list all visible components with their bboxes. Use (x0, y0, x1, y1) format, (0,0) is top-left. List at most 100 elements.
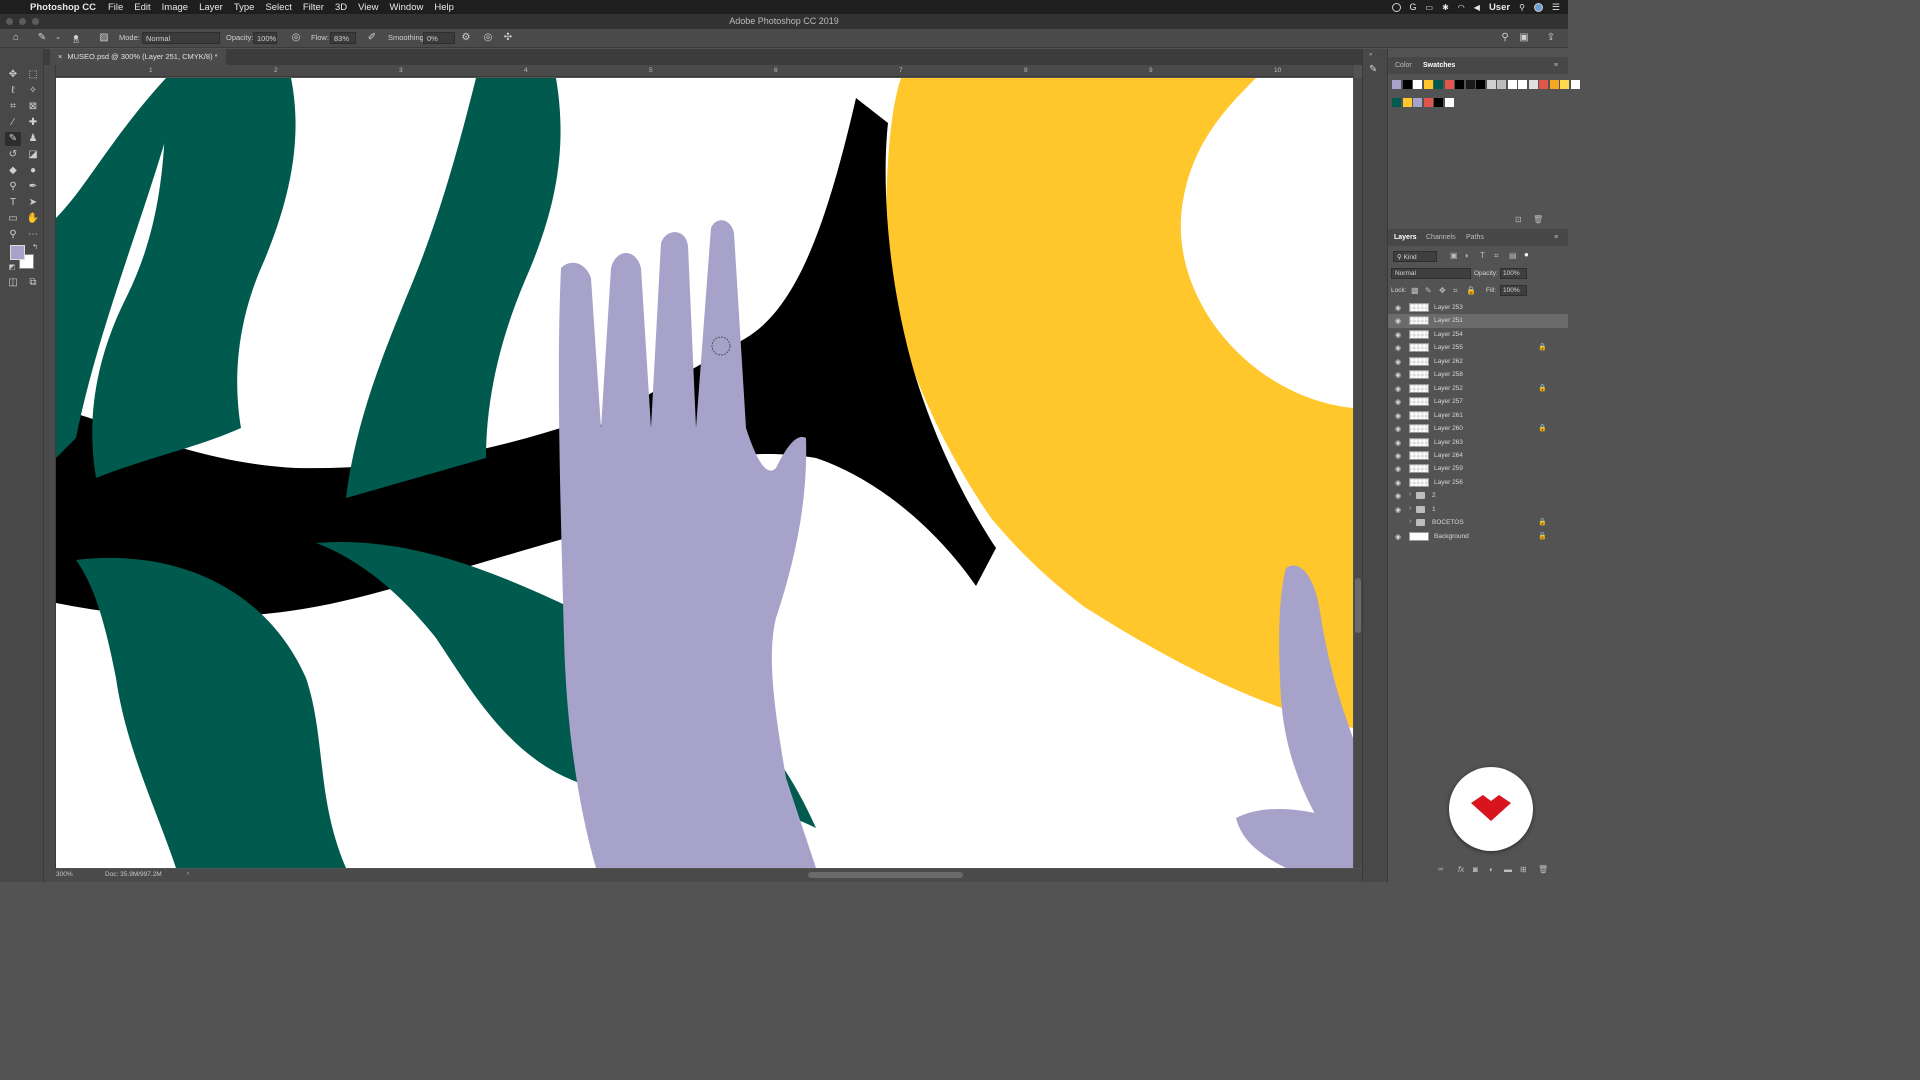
visibility-eye-icon[interactable]: ◉ (1395, 506, 1401, 514)
foreground-color-swatch[interactable] (10, 245, 25, 260)
opacity-input[interactable]: 100% (253, 32, 277, 44)
layer-row[interactable]: ◉ Layer 260 🔒 (1388, 422, 1568, 435)
visibility-eye-icon[interactable]: ◉ (1395, 425, 1401, 433)
color-swatch[interactable] (1402, 98, 1412, 107)
horizontal-ruler[interactable]: 1 2 3 4 5 6 7 8 9 10 (56, 65, 1354, 77)
mode-select[interactable]: Normal (142, 32, 220, 44)
menu-edit[interactable]: Edit (134, 2, 150, 13)
layer-style-fx-icon[interactable]: fx (1458, 865, 1464, 874)
document-tab[interactable]: × MUSEO.psd @ 300% (Layer 251, CMYK/8) * (50, 49, 226, 65)
color-swatch[interactable] (1423, 80, 1433, 89)
menu-select[interactable]: Select (265, 2, 291, 13)
menu-3d[interactable]: 3D (335, 2, 347, 13)
pressure-size-icon[interactable]: ◎ (482, 32, 494, 44)
dropdown-chevron-icon[interactable]: ⌄ (52, 32, 64, 44)
menu-image[interactable]: Image (162, 2, 188, 13)
filter-pixel-icon[interactable]: ▣ (1450, 251, 1458, 260)
marquee-tool-icon[interactable]: ⬚ (25, 68, 41, 82)
layer-row[interactable]: ◉ Layer 253 (1388, 301, 1568, 314)
airbrush-icon[interactable]: ✐ (366, 32, 378, 44)
link-layers-icon[interactable]: ∞ (1438, 866, 1443, 873)
color-swatch[interactable] (1497, 80, 1506, 89)
layer-mask-icon[interactable]: ◙ (1473, 865, 1478, 874)
visibility-eye-icon[interactable]: ◉ (1395, 358, 1401, 366)
wifi-icon[interactable]: ◠ (1458, 3, 1465, 12)
filter-toggle-icon[interactable]: ● (1524, 250, 1529, 259)
visibility-eye-icon[interactable]: ◉ (1395, 492, 1401, 500)
visibility-eye-icon[interactable]: ◉ (1395, 479, 1401, 487)
blend-mode-select[interactable]: Normal (1391, 268, 1471, 279)
filter-type-icon[interactable]: T (1480, 251, 1485, 260)
menu-layer[interactable]: Layer (199, 2, 223, 13)
visibility-eye-icon[interactable]: ◉ (1395, 398, 1401, 406)
volume-icon[interactable]: ◀ (1474, 3, 1480, 12)
color-swatch[interactable] (1486, 80, 1496, 89)
visibility-eye-icon[interactable]: ◉ (1395, 317, 1401, 325)
workspace-icon[interactable]: ▣ (1518, 32, 1530, 44)
visibility-eye-icon[interactable]: ◉ (1395, 371, 1401, 379)
new-group-folder-icon[interactable]: ▬ (1504, 865, 1512, 874)
expand-group-chevron-icon[interactable]: › (1409, 491, 1411, 498)
swap-colors-icon[interactable]: ↰ (27, 241, 43, 255)
layer-row[interactable]: ◉ Layer 256 (1388, 476, 1568, 489)
panel-menu-icon[interactable]: ≡ (1554, 234, 1558, 241)
symmetry-icon[interactable]: ✣ (502, 32, 514, 44)
layer-row[interactable]: ◉ Layer 261 (1388, 409, 1568, 422)
display-icon[interactable]: ▭ (1426, 3, 1434, 12)
more-tools-icon[interactable]: ⋯ (25, 228, 41, 242)
delete-swatch-icon[interactable]: 🗑 (1533, 215, 1543, 224)
vertical-ruler[interactable] (44, 65, 56, 869)
status-menu-chevron-icon[interactable]: › (187, 870, 189, 877)
delete-layer-icon[interactable]: 🗑 (1538, 865, 1548, 874)
panel-menu-icon[interactable]: ≡ (1554, 62, 1558, 69)
lock-position-icon[interactable]: ✥ (1439, 286, 1446, 295)
layer-row[interactable]: ◉ Layer 251 (1388, 314, 1568, 328)
color-swatch[interactable] (1518, 80, 1527, 89)
lock-image-pixels-icon[interactable]: ✎ (1425, 286, 1432, 295)
spotlight-search-icon[interactable]: ⚲ (1519, 3, 1525, 12)
tab-channels[interactable]: Channels (1426, 234, 1456, 241)
paint-bucket-tool-icon[interactable]: ◆ (5, 164, 21, 178)
scrollbar-thumb[interactable] (1355, 578, 1361, 633)
pen-tool-icon[interactable]: ✒ (25, 180, 41, 194)
brush-settings-panel-icon[interactable]: ▨ (98, 32, 110, 44)
path-selection-tool-icon[interactable]: ➤ (25, 196, 41, 210)
layer-row[interactable]: ◉ › 1 (1388, 503, 1568, 516)
tab-paths[interactable]: Paths (1466, 234, 1484, 241)
menu-filter[interactable]: Filter (303, 2, 324, 13)
visibility-eye-icon[interactable]: ◉ (1395, 331, 1401, 339)
menu-help[interactable]: Help (434, 2, 454, 13)
layer-row[interactable]: ◉ Layer 252 🔒 (1388, 382, 1568, 395)
notification-center-icon[interactable]: ☰ (1552, 2, 1560, 13)
layer-row[interactable]: ◉ Layer 263 (1388, 436, 1568, 449)
history-brush-tool-icon[interactable]: ↺ (5, 148, 21, 162)
healing-brush-tool-icon[interactable]: ✚ (25, 116, 41, 130)
color-swatch[interactable] (1507, 80, 1517, 89)
lasso-tool-icon[interactable]: ℓ (5, 84, 21, 98)
color-swatch[interactable] (1434, 80, 1443, 89)
lock-artboard-icon[interactable]: ⌗ (1453, 286, 1458, 296)
eraser-tool-icon[interactable]: ◪ (25, 148, 41, 162)
layer-row[interactable]: ◉ Layer 262 (1388, 355, 1568, 368)
pressure-opacity-icon[interactable]: ◎ (290, 32, 302, 44)
layer-row[interactable]: ◉ Background 🔒 (1388, 530, 1568, 543)
search-icon[interactable]: ⚲ (1499, 32, 1511, 44)
color-swatch[interactable] (1539, 80, 1548, 89)
layer-row[interactable]: ◉ Layer 259 (1388, 462, 1568, 475)
quick-mask-icon[interactable]: ◫ (5, 276, 21, 290)
filter-smart-object-icon[interactable]: ▤ (1509, 251, 1517, 260)
brush-settings-icon[interactable]: ✎ (1369, 64, 1377, 75)
filter-adjustment-icon[interactable]: ◐ (1465, 251, 1470, 260)
close-tab-icon[interactable]: × (58, 52, 62, 61)
layer-row[interactable]: ◉ Layer 255 🔒 (1388, 341, 1568, 354)
frame-tool-icon[interactable]: ⊠ (25, 100, 41, 114)
visibility-eye-icon[interactable]: ◉ (1395, 344, 1401, 352)
layer-row[interactable]: ◉ Layer 254 (1388, 328, 1568, 341)
layer-filter-kind-select[interactable]: ⚲ Kind (1393, 251, 1437, 262)
layer-fill-input[interactable]: 100% (1500, 285, 1527, 296)
hand-tool-icon[interactable]: ✋ (25, 212, 41, 226)
color-swatch[interactable] (1413, 80, 1422, 89)
color-swatch[interactable] (1423, 98, 1433, 107)
share-icon[interactable]: ⇪ (1545, 32, 1557, 44)
clone-stamp-tool-icon[interactable]: ♟ (25, 132, 41, 146)
